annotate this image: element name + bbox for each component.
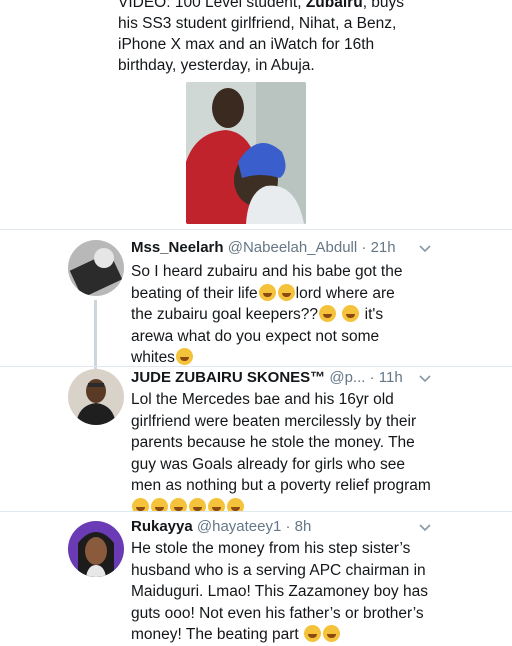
avatar[interactable] [68, 521, 124, 577]
reply-line: it's [364, 306, 384, 323]
reply-header: JUDE ZUBAIRU SKONES™ @p... · 11h [131, 368, 432, 388]
reply-text: He stole the money from his step sister’… [131, 538, 431, 646]
reply-tweet[interactable]: Rukayya @hayateey1 · 8h He stole the mon… [0, 511, 512, 643]
reply-line: the zubairu goal keepers?? [131, 306, 318, 323]
reply-line: beating of their life [131, 284, 258, 302]
reply-header: Mss_Neelarh @Nabeelah_Abdull · 21h [131, 238, 432, 258]
reply-tweet[interactable]: Mss_Neelarh @Nabeelah_Abdull · 21h So I … [0, 229, 512, 367]
reply-line: whites [131, 349, 175, 366]
reply-text: Lol the Mercedes bae and his 16yr old gi… [131, 389, 431, 518]
timestamp[interactable]: · 11h [370, 369, 403, 386]
reply-line: arewa what do you expect not some [131, 327, 380, 345]
timestamp[interactable]: · 8h [286, 518, 312, 535]
display-name[interactable]: Rukayya [131, 518, 193, 535]
avatar[interactable] [68, 240, 124, 296]
laughing-emoji-icon [342, 305, 360, 322]
quoted-tweet-text: VIDEO: 100 Level student, Zubairu, buys … [118, 0, 418, 76]
chevron-down-icon[interactable] [418, 372, 432, 386]
reply-header: Rukayya @hayateey1 · 8h [131, 517, 432, 537]
laughing-emoji-icon [258, 283, 276, 301]
crying-emoji-icon [304, 625, 322, 642]
quoted-text-bold-name: Zubairu [305, 0, 363, 11]
video-thumbnail-image [186, 82, 306, 224]
avatar-image [68, 240, 124, 296]
reply-text-content: Lol the Mercedes bae and his 16yr old gi… [131, 391, 431, 494]
avatar-image [68, 369, 124, 425]
reply-text: So I heard zubairu and his babe got the … [131, 261, 431, 369]
quoted-text-rest: , buys his SS3 student girlfriend, Nihat… [118, 0, 405, 74]
reply-line: So I heard zubairu and his babe got the [131, 263, 403, 280]
thread-line [94, 300, 97, 366]
user-handle[interactable]: @hayateey1 [197, 518, 281, 535]
user-handle[interactable]: @Nabeelah_Abdull [228, 239, 358, 256]
reply-text-content: He stole the money from his step sister’… [131, 540, 428, 643]
crying-emoji-icon [323, 625, 341, 642]
laughing-emoji-icon [277, 283, 295, 301]
avatar[interactable] [68, 369, 124, 425]
display-name[interactable]: Mss_Neelarh [131, 239, 224, 256]
thread-line [94, 367, 97, 369]
video-thumbnail[interactable] [186, 82, 306, 224]
laughing-emoji-icon [175, 348, 193, 365]
chevron-down-icon[interactable] [418, 242, 432, 256]
reply-line: lord where are [295, 284, 395, 302]
avatar-image [68, 521, 124, 577]
chevron-down-icon[interactable] [418, 521, 432, 535]
quoted-tweet[interactable]: VIDEO: 100 Level student, Zubairu, buys … [0, 0, 512, 228]
display-name[interactable]: JUDE ZUBAIRU SKONES™ [131, 369, 325, 386]
quoted-text-prefix: VIDEO: 100 Level student, [118, 0, 306, 11]
laughing-emoji-icon [319, 305, 336, 322]
reply-tweet[interactable]: JUDE ZUBAIRU SKONES™ @p... · 11h Lol the… [0, 366, 512, 515]
timestamp[interactable]: · 21h [361, 239, 395, 256]
user-handle[interactable]: @p... [329, 369, 365, 386]
